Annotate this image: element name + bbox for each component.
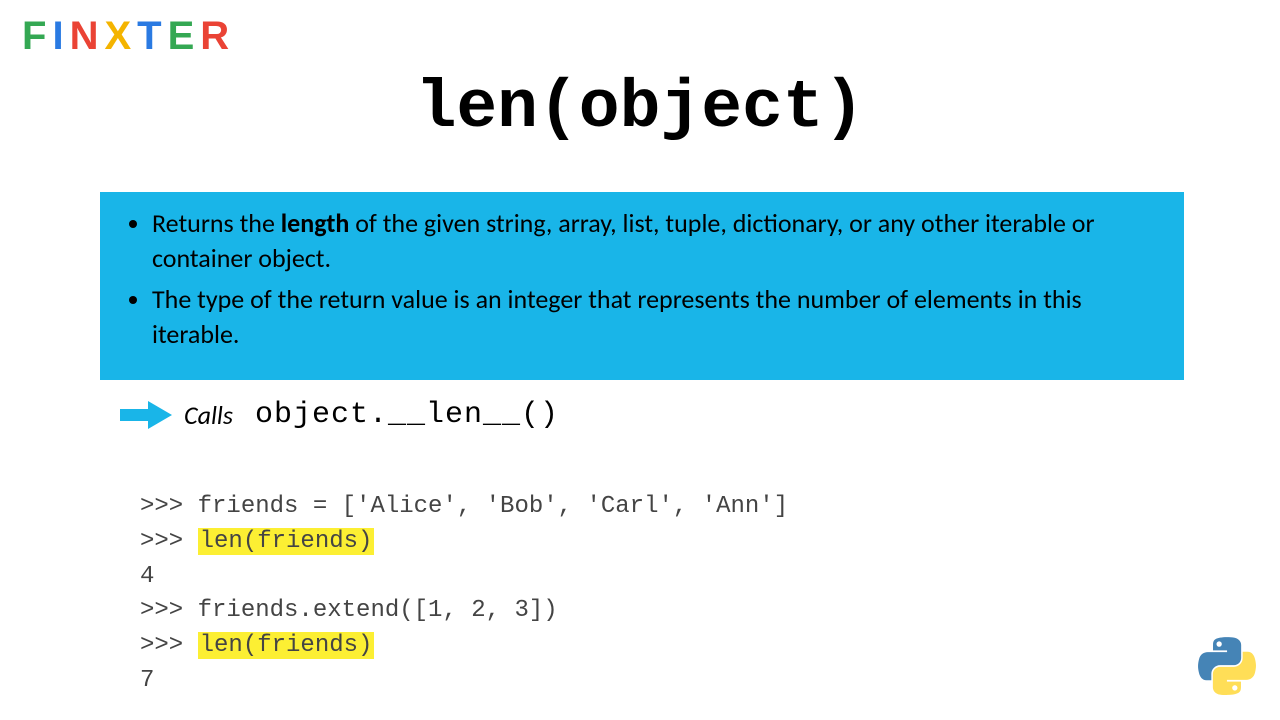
logo-letter: r (200, 14, 235, 59)
code-output: 7 (140, 667, 154, 694)
logo-letter: x (104, 14, 137, 59)
arrow-right-icon (120, 401, 172, 429)
code-line: >>> friends.extend([1, 2, 3]) (140, 597, 558, 624)
info-box: Returns the length of the given string, … (100, 192, 1184, 380)
python-logo-icon (1198, 637, 1256, 700)
code-highlight: len(friends) (198, 632, 375, 659)
code-prompt: >>> (140, 632, 198, 659)
code-highlight: len(friends) (198, 528, 375, 555)
logo-letter: n (70, 14, 105, 59)
info-bullet-1: Returns the length of the given string, … (152, 206, 1162, 276)
logo-letter: t (137, 14, 167, 59)
calls-block: Calls object.__len__() (120, 398, 559, 432)
calls-label: Calls (184, 399, 243, 431)
calls-expression: object.__len__() (255, 398, 559, 432)
slide: finxter len(object) Returns the length o… (0, 0, 1280, 720)
slide-title: len(object) (0, 70, 1280, 147)
code-output: 4 (140, 563, 154, 590)
logo-letter: e (168, 14, 201, 59)
info-bullet-2: The type of the return value is an integ… (152, 282, 1162, 352)
code-prompt: >>> (140, 528, 198, 555)
brand-logo: finxter (22, 14, 235, 59)
info-bullet-1-bold: length (281, 207, 350, 239)
code-line: >>> friends = ['Alice', 'Bob', 'Carl', '… (140, 493, 788, 520)
info-bullet-1-pre: Returns the (152, 207, 281, 239)
logo-letter: f (22, 14, 52, 59)
code-example: >>> friends = ['Alice', 'Bob', 'Carl', '… (140, 490, 788, 699)
logo-letter: i (52, 14, 69, 59)
